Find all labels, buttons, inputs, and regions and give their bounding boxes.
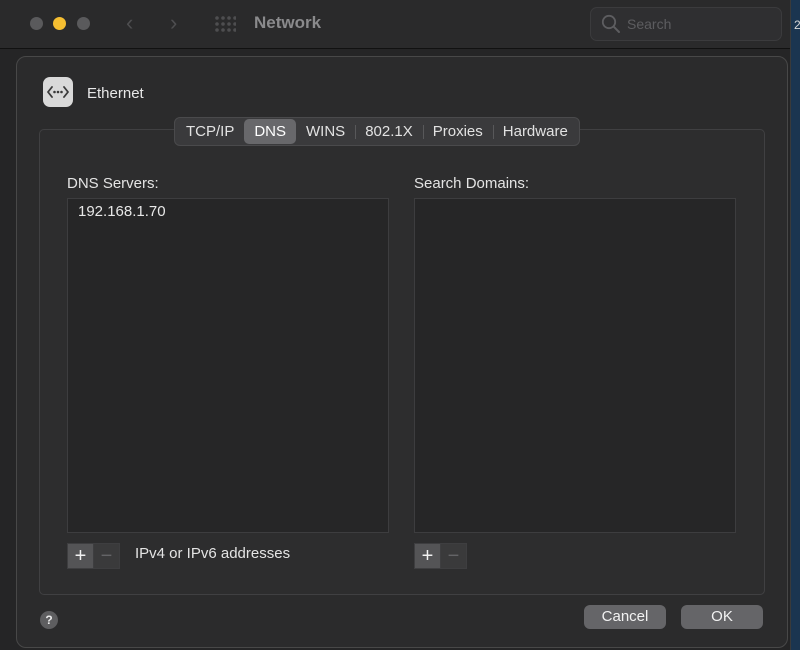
ethernet-icon <box>43 77 73 107</box>
background-fragment: 2 <box>794 18 800 32</box>
search-domains-label: Search Domains: <box>414 175 530 192</box>
dns-address-hint: IPv4 or IPv6 addresses <box>135 545 291 562</box>
search-input[interactable]: Search <box>590 7 782 41</box>
search-icon <box>601 14 621 39</box>
title-bar: ‹ › Network Search <box>0 0 790 49</box>
zoom-window-button[interactable] <box>77 17 90 30</box>
dns-servers-list[interactable]: 192.168.1.70 <box>67 198 389 533</box>
back-arrow-icon[interactable]: ‹ <box>126 10 133 36</box>
add-search-domain-button[interactable]: + <box>414 543 441 569</box>
window-title: Network <box>254 13 322 32</box>
remove-dns-server-button[interactable]: − <box>94 543 120 569</box>
network-window: ‹ › Network Search 2 Ethernet TCP/IP DNS… <box>0 0 800 650</box>
tab-tcpip[interactable]: TCP/IP <box>176 119 244 144</box>
tab-proxies[interactable]: Proxies <box>422 119 493 144</box>
dns-servers-label: DNS Servers: <box>67 175 159 192</box>
tab-8021x[interactable]: 802.1X <box>355 119 423 144</box>
dns-servers-add-remove: + − <box>67 543 120 569</box>
add-dns-server-button[interactable]: + <box>67 543 94 569</box>
ok-button[interactable]: OK <box>681 605 763 629</box>
cancel-button[interactable]: Cancel <box>584 605 666 629</box>
search-domains-list[interactable] <box>414 198 736 533</box>
search-domains-add-remove: + − <box>414 543 467 569</box>
help-button[interactable]: ? <box>40 611 58 629</box>
interface-name: Ethernet <box>87 85 144 102</box>
minimize-window-button[interactable] <box>53 17 66 30</box>
show-all-grid-icon[interactable] <box>214 15 237 33</box>
dns-server-entry[interactable]: 192.168.1.70 <box>68 199 388 224</box>
tab-wins[interactable]: WINS <box>296 119 355 144</box>
tab-hardware[interactable]: Hardware <box>492 119 578 144</box>
dns-settings-sheet: Ethernet TCP/IP DNS WINS 802.1X Proxies … <box>16 56 788 648</box>
tab-bar: TCP/IP DNS WINS 802.1X Proxies Hardware <box>174 117 580 146</box>
tab-dns[interactable]: DNS <box>244 119 297 144</box>
close-window-button[interactable] <box>30 17 43 30</box>
forward-arrow-icon[interactable]: › <box>170 10 177 36</box>
remove-search-domain-button[interactable]: − <box>441 543 467 569</box>
search-placeholder: Search <box>627 16 672 32</box>
